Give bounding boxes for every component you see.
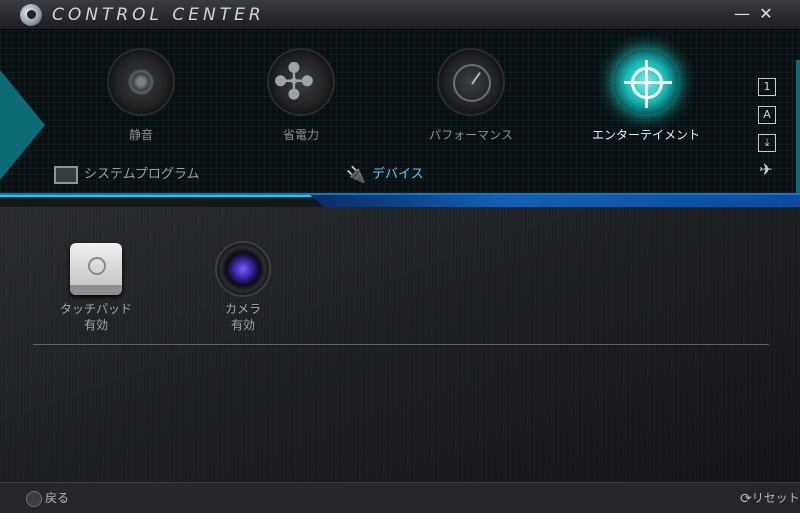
- panel-edge-decoration: [0, 70, 45, 180]
- app-logo-icon: [20, 4, 42, 26]
- back-icon: [26, 490, 42, 507]
- tab-system-programs[interactable]: システムプログラム: [54, 163, 199, 184]
- devices-content: タッチパッド 有効 カメラ 有効: [0, 207, 800, 482]
- refresh-icon: ⟳: [740, 490, 752, 507]
- letter-a-icon[interactable]: A: [758, 106, 776, 124]
- close-button[interactable]: ✕: [756, 3, 776, 25]
- reset-label: リセット: [751, 491, 800, 505]
- mode-entertainment[interactable]: エンターテイメント: [581, 50, 711, 143]
- back-button[interactable]: 戻る: [26, 489, 69, 507]
- accent-line: [0, 193, 800, 195]
- target-icon: [614, 50, 678, 114]
- tab-label: デバイス: [372, 167, 424, 182]
- touchpad-icon: [70, 243, 122, 295]
- camera-icon: [217, 243, 269, 295]
- device-name: カメラ: [224, 302, 261, 316]
- device-touchpad[interactable]: タッチパッド 有効: [46, 243, 146, 333]
- device-name: タッチパッド: [59, 302, 132, 316]
- title-bar: CONTROL CENTER — ✕: [0, 0, 800, 30]
- download-icon[interactable]: ⤓: [758, 134, 776, 152]
- mode-label: 省電力: [282, 128, 319, 142]
- window-title: CONTROL CENTER: [52, 5, 265, 25]
- control-center-window: CONTROL CENTER — ✕ 静音 ✣ 省電力 パフォーマンス エンター…: [0, 0, 800, 513]
- mode-label: 静音: [128, 128, 153, 142]
- reset-button[interactable]: ⟳リセット: [740, 489, 800, 507]
- back-label: 戻る: [45, 491, 70, 505]
- footer-bar: 戻る ⟳リセット: [0, 482, 800, 513]
- digit-one-icon[interactable]: 1: [758, 78, 776, 96]
- divider: [33, 344, 769, 345]
- tab-label: システムプログラム: [84, 167, 200, 182]
- airplane-icon[interactable]: ✈: [758, 162, 774, 178]
- mode-label: パフォーマンス: [429, 128, 513, 142]
- speaker-icon: [109, 50, 173, 114]
- accent-stripe: [310, 195, 800, 207]
- device-camera[interactable]: カメラ 有効: [193, 243, 293, 333]
- mode-power-saving[interactable]: ✣ 省電力: [236, 50, 366, 143]
- monitor-icon: [54, 165, 78, 184]
- mode-panel: 静音 ✣ 省電力 パフォーマンス エンターテイメント 1 A ⤓ ✈ システムプ…: [0, 30, 800, 220]
- mode-performance[interactable]: パフォーマンス: [406, 50, 536, 143]
- gauge-icon: [439, 50, 503, 114]
- minimize-button[interactable]: —: [732, 3, 752, 25]
- device-status: 有効: [230, 318, 255, 332]
- mode-quiet[interactable]: 静音: [76, 50, 206, 143]
- side-toolbar: 1 A ⤓ ✈: [758, 78, 778, 188]
- mode-label: エンターテイメント: [591, 128, 700, 142]
- fan-icon: ✣: [269, 50, 333, 114]
- tab-devices[interactable]: 🔌 デバイス: [346, 163, 424, 185]
- device-status: 有効: [83, 318, 108, 332]
- plug-icon: 🔌: [346, 164, 366, 184]
